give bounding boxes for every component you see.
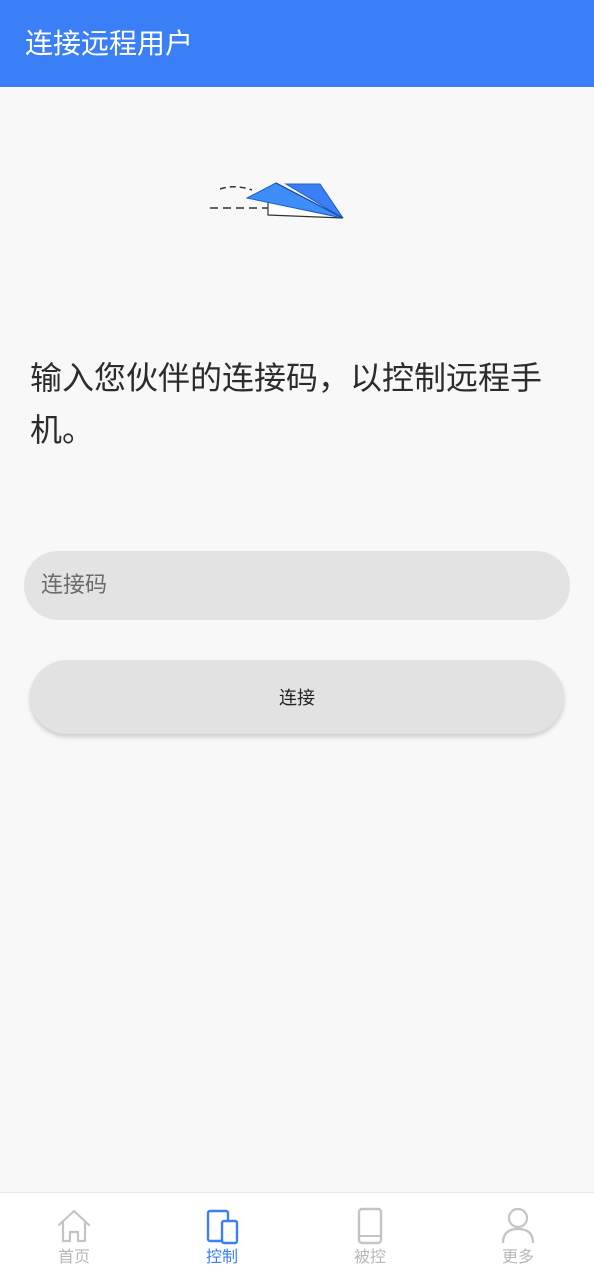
connect-button[interactable]: 连接 [30,660,564,734]
nav-label-controlled: 被控 [353,1247,386,1266]
instruction-text: 输入您伙伴的连接码，以控制远程手机。 [30,359,543,449]
person-icon [501,1207,535,1244]
nav-item-home[interactable]: 首页 [0,1193,148,1280]
nav-item-more[interactable]: 更多 [444,1193,592,1280]
bottom-navigation: 首页 控制 被控 更多 [0,1192,594,1280]
paper-plane-icon [210,182,344,219]
connection-code-input[interactable] [24,551,570,620]
nav-item-control[interactable]: 控制 [148,1193,296,1280]
nav-label-control: 控制 [205,1247,238,1266]
page-title: 连接远程用户 [25,27,194,60]
nav-label-more: 更多 [501,1247,534,1266]
phone-icon [357,1207,383,1245]
app-bar: 连接远程用户 [0,0,594,87]
nav-item-controlled[interactable]: 被控 [296,1193,444,1280]
app-screen: 连接远程用户 输入您伙伴的连接码，以控制远程手机。 连接 首页 控制 [0,0,594,1280]
devices-icon [206,1209,239,1245]
home-icon [57,1209,91,1243]
nav-label-home: 首页 [57,1247,90,1266]
